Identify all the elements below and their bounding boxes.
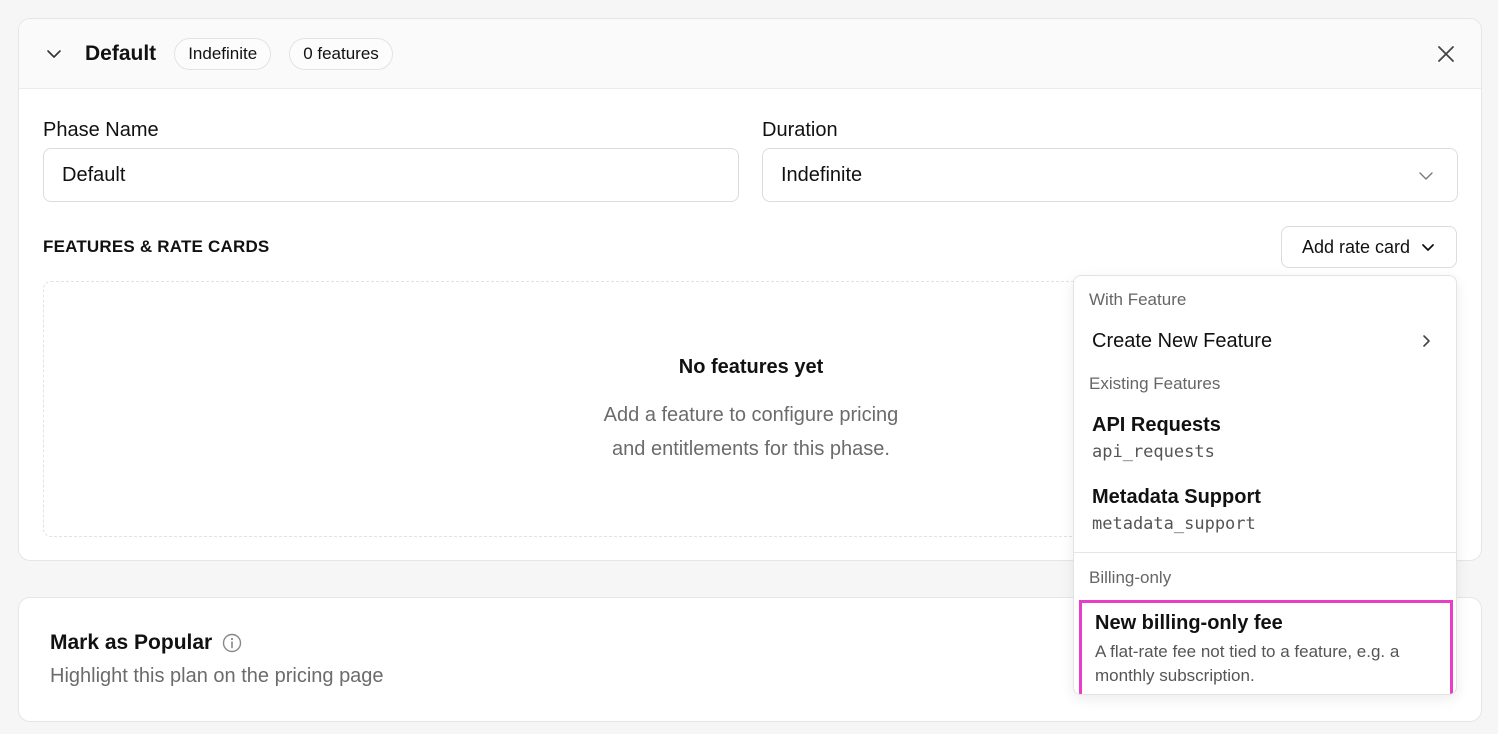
features-section-title: FEATURES & RATE CARDS xyxy=(43,237,270,256)
info-icon[interactable] xyxy=(222,633,242,653)
menu-divider xyxy=(1074,552,1456,553)
duration-label: Duration xyxy=(762,119,838,141)
chevron-right-icon xyxy=(1418,333,1434,349)
close-icon[interactable] xyxy=(1435,43,1457,65)
chevron-down-icon xyxy=(1420,239,1436,255)
phase-title: Default xyxy=(85,41,157,65)
mark-popular-label: Mark as Popular xyxy=(50,631,213,654)
phase-name-input[interactable]: Default xyxy=(43,148,739,202)
billing-fee-title: New billing-only fee xyxy=(1095,612,1283,634)
chevron-down-icon xyxy=(1417,167,1435,185)
menu-item-metadata-support-key: metadata_support xyxy=(1092,514,1256,534)
add-rate-card-button[interactable]: Add rate card xyxy=(1281,226,1457,268)
duration-badge: Indefinite xyxy=(174,37,272,70)
menu-group-existing-features: Existing Features xyxy=(1089,374,1221,393)
billing-fee-description: A flat-rate fee not tied to a feature, e… xyxy=(1095,642,1400,685)
phase-name-value: Default xyxy=(62,163,126,186)
menu-group-billing-only: Billing-only xyxy=(1089,568,1172,587)
phase-name-label: Phase Name xyxy=(43,119,159,141)
duration-select[interactable]: Indefinite xyxy=(762,148,1458,202)
mark-popular-description: Highlight this plan on the pricing page xyxy=(50,665,384,687)
add-rate-card-label: Add rate card xyxy=(1301,236,1411,257)
chevron-down-icon[interactable] xyxy=(45,45,63,63)
mark-popular-title: Mark as Popular xyxy=(50,631,242,655)
menu-item-api-requests[interactable]: API Requests xyxy=(1092,414,1221,437)
add-rate-card-menu: With Feature Create New Feature Existing… xyxy=(1073,275,1457,695)
menu-item-new-billing-only-fee[interactable]: New billing-only fee A flat-rate fee not… xyxy=(1079,600,1453,694)
menu-item-create-new-feature[interactable]: Create New Feature xyxy=(1092,330,1272,353)
menu-group-with-feature: With Feature xyxy=(1089,290,1187,309)
menu-item-api-requests-key: api_requests xyxy=(1092,442,1215,462)
features-count-badge: 0 features xyxy=(289,37,393,70)
duration-value: Indefinite xyxy=(781,163,863,186)
menu-item-metadata-support[interactable]: Metadata Support xyxy=(1092,486,1261,509)
phase-header[interactable]: Default Indefinite 0 features xyxy=(19,19,1481,89)
